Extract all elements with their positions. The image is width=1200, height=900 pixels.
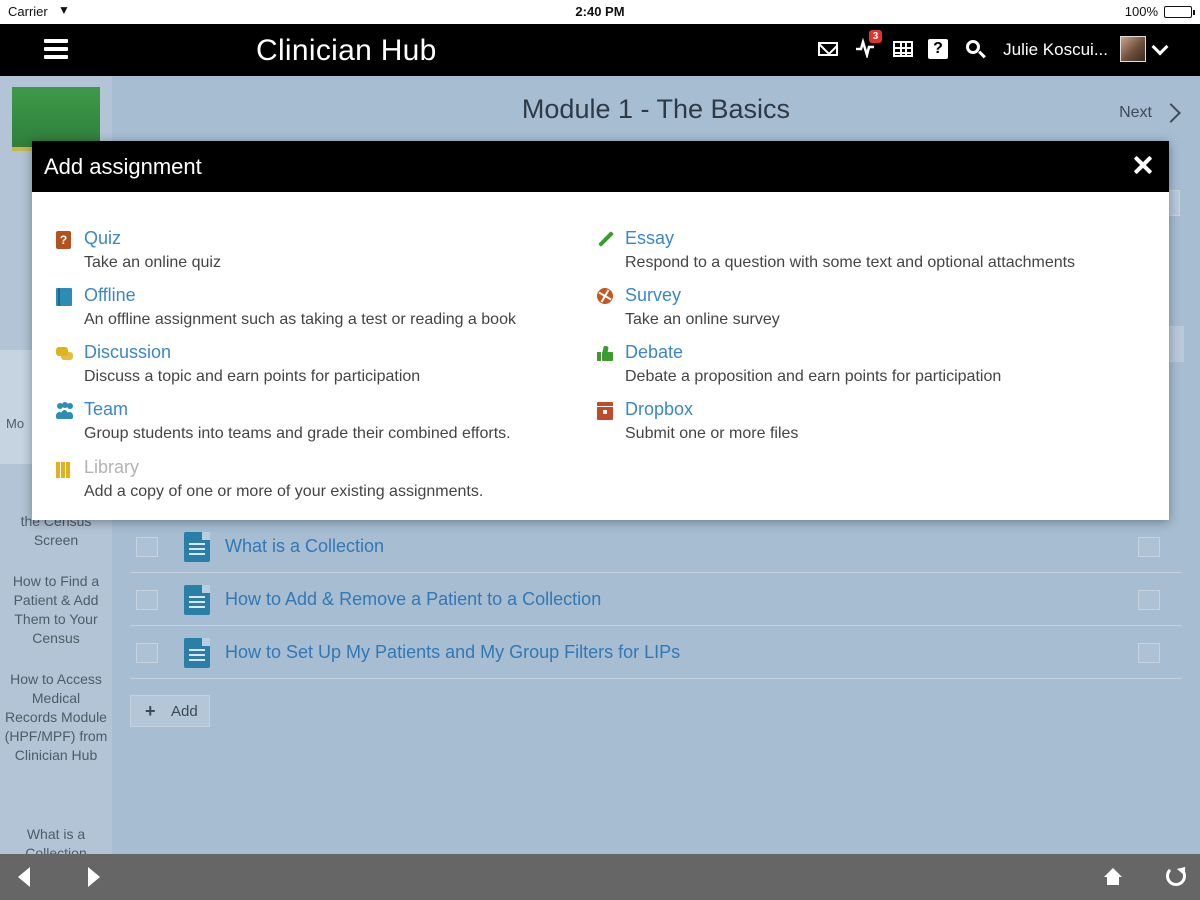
team-icon (56, 402, 74, 420)
carrier-label: Carrier (8, 4, 48, 19)
sidebar-item-collection[interactable]: What is a Collection (0, 825, 112, 854)
library-icon (56, 460, 74, 478)
search-icon[interactable] (964, 38, 986, 60)
forward-arrow-icon[interactable] (88, 867, 100, 887)
dropbox-icon (597, 402, 613, 420)
option-description: Respond to a question with some text and… (625, 254, 1076, 271)
close-icon[interactable] (1133, 155, 1153, 175)
pie-chart-icon (597, 288, 613, 304)
dialog-title: Add assignment (44, 154, 202, 179)
item-title[interactable]: How to Set Up My Patients and My Group F… (225, 642, 680, 663)
status-checkbox[interactable] (1138, 590, 1160, 610)
option-library: Library Add a copy of one or more of you… (56, 457, 596, 507)
option-name[interactable]: Quiz (84, 228, 121, 249)
book-icon (56, 288, 72, 306)
option-team[interactable]: Team Group students into teams and grade… (56, 399, 596, 449)
next-link[interactable]: Next (1119, 104, 1152, 122)
module-title: Module 1 - The Basics (521, 94, 791, 124)
option-name: Library (84, 457, 140, 477)
option-description: Add a copy of one or more of your existi… (84, 483, 484, 500)
app-title: Clinician Hub (256, 34, 437, 67)
bottom-toolbar (0, 854, 1200, 900)
app-header: Clinician Hub 3 ? Julie Koscui... (0, 24, 1200, 76)
option-essay[interactable]: Essay Respond to a question with some te… (597, 228, 1137, 278)
option-name[interactable]: Essay (625, 228, 674, 249)
option-description: An offline assignment such as taking a t… (84, 311, 516, 328)
clock: 2:40 PM (575, 4, 625, 19)
add-assignment-dialog: Add assignment ? Quiz Take an online qui… (32, 141, 1169, 520)
activity-icon[interactable]: 3 (854, 30, 882, 60)
option-description: Take an online quiz (84, 254, 221, 271)
list-item: How to Set Up My Patients and My Group F… (130, 626, 1182, 679)
item-title[interactable]: What is a Collection (225, 536, 384, 557)
option-description: Take an online survey (625, 311, 780, 328)
status-bar: Carrier ▼ 2:40 PM 100% (0, 0, 1200, 24)
module-items-list: What is a Collection How to Add & Remove… (130, 520, 1182, 679)
hamburger-menu-icon[interactable] (44, 39, 68, 59)
option-name[interactable]: Dropbox (625, 399, 693, 420)
chat-bubbles-icon (56, 345, 74, 363)
list-item: What is a Collection (130, 520, 1182, 573)
wifi-icon: ▼ (58, 3, 70, 17)
option-debate[interactable]: Debate Debate a proposition and earn poi… (597, 342, 1137, 392)
plus-icon: + (145, 701, 156, 721)
option-offline[interactable]: Offline An offline assignment such as ta… (56, 285, 596, 335)
document-icon (184, 638, 210, 668)
option-quiz[interactable]: ? Quiz Take an online quiz (56, 228, 596, 278)
chevron-down-icon[interactable] (1151, 38, 1169, 56)
avatar[interactable] (1120, 36, 1146, 62)
home-icon[interactable] (1104, 868, 1122, 886)
list-item: How to Add & Remove a Patient to a Colle… (130, 573, 1182, 626)
item-title[interactable]: How to Add & Remove a Patient to a Colle… (225, 589, 601, 610)
option-description: Debate a proposition and earn points for… (625, 368, 1002, 385)
back-arrow-icon[interactable] (18, 867, 30, 887)
add-button[interactable]: + Add (130, 695, 210, 727)
option-name[interactable]: Survey (625, 285, 681, 306)
status-checkbox[interactable] (1138, 643, 1160, 663)
option-name[interactable]: Debate (625, 342, 683, 363)
option-survey[interactable]: Survey Take an online survey (597, 285, 1137, 335)
select-checkbox[interactable] (136, 590, 158, 610)
document-icon (184, 532, 210, 562)
table-icon[interactable] (893, 38, 915, 60)
add-button-label: Add (171, 703, 198, 720)
option-description: Discuss a topic and earn points for part… (84, 368, 421, 385)
mail-icon[interactable] (818, 38, 840, 60)
option-name[interactable]: Team (84, 399, 128, 420)
quiz-icon: ? (56, 231, 71, 249)
user-name[interactable]: Julie Koscui... (1003, 40, 1108, 60)
sidebar-item-partial: Mo (6, 416, 25, 431)
option-dropbox[interactable]: Dropbox Submit one or more files (597, 399, 1137, 449)
select-checkbox[interactable] (136, 643, 158, 663)
status-checkbox[interactable] (1138, 537, 1160, 557)
help-icon[interactable]: ? (928, 38, 950, 60)
reload-icon[interactable] (1166, 866, 1186, 886)
battery-percent: 100% (1124, 4, 1158, 19)
option-name[interactable]: Offline (84, 285, 136, 306)
document-icon (184, 585, 210, 615)
option-description: Group students into teams and grade thei… (84, 425, 511, 442)
pencil-icon (597, 231, 615, 249)
dialog-header: Add assignment (32, 141, 1169, 192)
thumbs-up-icon (597, 345, 615, 363)
option-name[interactable]: Discussion (84, 342, 171, 363)
battery-icon (1164, 6, 1195, 18)
select-checkbox[interactable] (136, 537, 158, 557)
notification-badge: 3 (869, 30, 882, 43)
sidebar-item-find-patient[interactable]: How to Find a Patient & Add Them to Your… (0, 572, 112, 648)
option-description: Submit one or more files (625, 425, 799, 442)
sidebar-item-medical-records[interactable]: How to Access Medical Records Module (HP… (0, 670, 112, 765)
option-discussion[interactable]: Discussion Discuss a topic and earn poin… (56, 342, 596, 392)
